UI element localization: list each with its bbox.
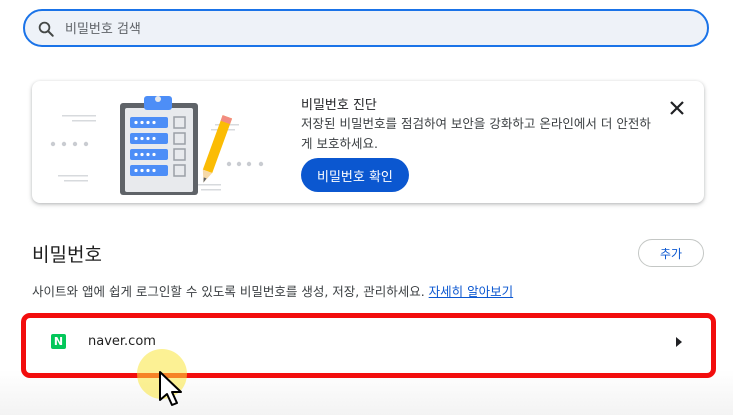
mouse-cursor-icon — [159, 371, 182, 406]
checkup-title: 비밀번호 진단 — [301, 98, 377, 113]
search-bar[interactable] — [23, 9, 709, 47]
page-background-fade — [0, 370, 733, 415]
close-button[interactable] — [666, 97, 688, 119]
section-description-text: 사이트와 앱에 쉽게 로그인할 수 있도록 비밀번호를 생성, 저장, 관리하세… — [32, 284, 425, 299]
close-icon — [670, 101, 684, 115]
check-passwords-button[interactable]: 비밀번호 확인 — [301, 158, 409, 192]
search-input[interactable] — [63, 11, 667, 47]
password-list-item[interactable]: N naver.com — [30, 322, 702, 364]
clipboard-checklist-illustration — [50, 96, 264, 195]
checkup-description: 저장된 비밀번호를 점검하여 보안을 강화하고 온라인에서 더 안전하게 보호하… — [301, 116, 651, 151]
arrow-right-icon — [676, 337, 682, 347]
section-title: 비밀번호 — [32, 244, 102, 266]
password-checkup-card: 비밀번호 진단 저장된 비밀번호를 점검하여 보안을 강화하고 온라인에서 더 … — [32, 81, 704, 203]
site-name: naver.com — [88, 334, 156, 349]
naver-favicon-icon: N — [51, 334, 66, 349]
search-icon — [38, 21, 54, 37]
add-password-button[interactable]: 추가 — [638, 239, 704, 267]
section-description: 사이트와 앱에 쉽게 로그인할 수 있도록 비밀번호를 생성, 저장, 관리하세… — [32, 281, 513, 300]
learn-more-link[interactable]: 자세히 알아보기 — [429, 284, 513, 299]
